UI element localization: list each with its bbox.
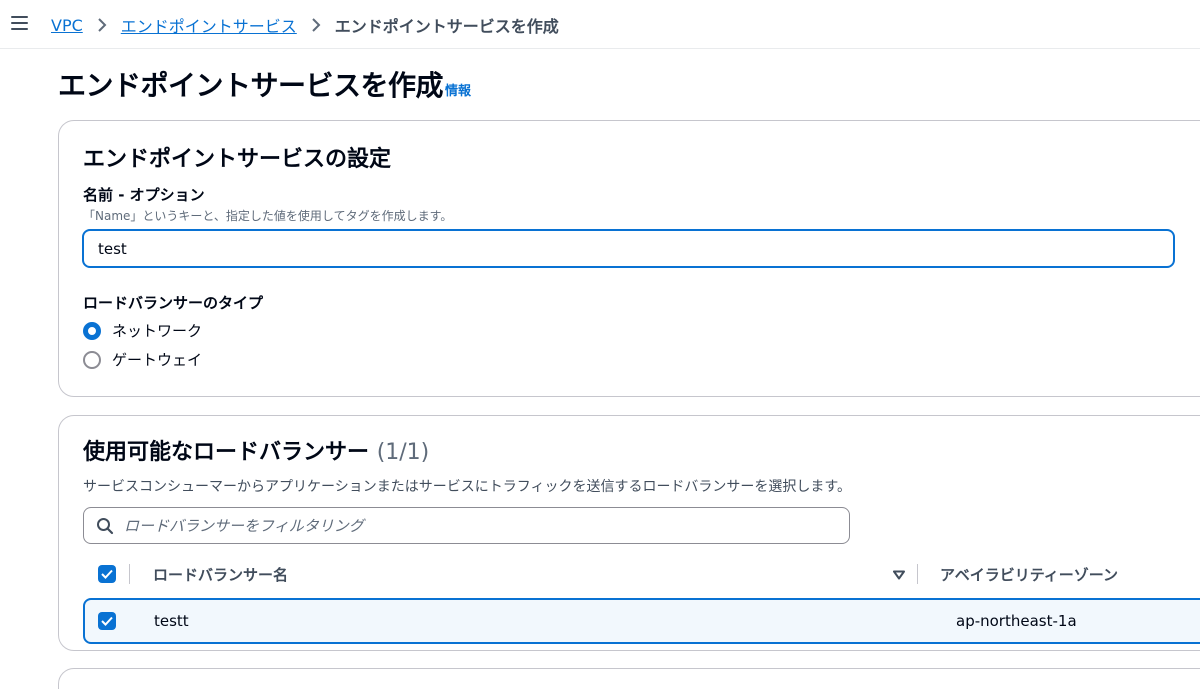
load-balancers-heading: 使用可能なロードバランサー (1/1) (83, 434, 429, 466)
breadcrumb-current: エンドポイントサービスを作成 (334, 17, 559, 36)
page-title: エンドポイントサービスを作成 (58, 69, 444, 102)
available-load-balancers-container: 使用可能なロードバランサー (1/1) サービスコンシューマーからアプリケーショ… (58, 415, 1200, 651)
column-header-az[interactable]: アベイラビリティーゾーン (940, 564, 1118, 585)
radio-label: ネットワーク (112, 322, 203, 340)
name-input[interactable] (82, 229, 1175, 268)
lb-type-network-radio[interactable]: ネットワーク (83, 320, 202, 341)
info-link[interactable]: 情報 (445, 80, 471, 99)
breadcrumb-vpc[interactable]: VPC (51, 16, 83, 35)
top-navigation-bar: VPC エンドポイントサービス エンドポイントサービスを作成 (0, 0, 1200, 49)
radio-unselected-icon[interactable] (83, 350, 101, 369)
row-lb-name: testt (154, 612, 189, 630)
filter-input[interactable] (124, 516, 804, 535)
column-divider (917, 564, 918, 584)
search-icon (97, 517, 114, 534)
chevron-right-icon (311, 18, 321, 32)
sort-descending-icon[interactable] (893, 565, 905, 584)
breadcrumb: VPC エンドポイントサービス エンドポイントサービスを作成 (51, 13, 559, 37)
table-header: ロードバランサー名 アベイラビリティーゾーン (83, 556, 1200, 592)
menu-icon[interactable] (11, 16, 28, 30)
table-row[interactable]: testt ap-northeast-1a (83, 598, 1200, 644)
row-az: ap-northeast-1a (956, 612, 1077, 630)
lb-type-gateway-radio[interactable]: ゲートウェイ (83, 349, 202, 370)
filter-search-box[interactable] (83, 507, 850, 544)
load-balancers-counter: (1/1) (376, 440, 430, 465)
radio-label: ゲートウェイ (112, 351, 203, 369)
load-balancers-description: サービスコンシューマーからアプリケーションまたはサービスにトラフィックを送信する… (83, 479, 852, 495)
column-header-lb-name[interactable]: ロードバランサー名 (153, 564, 893, 585)
load-balancers-title: 使用可能なロードバランサー (83, 440, 370, 465)
row-checkbox[interactable] (98, 612, 116, 630)
column-divider (129, 564, 130, 584)
name-field-description: 「Name」というキーと、指定した値を使用してタグを作成します。 (83, 209, 453, 223)
name-field-label: 名前 - オプション (83, 186, 205, 204)
breadcrumb-endpoint-services[interactable]: エンドポイントサービス (121, 13, 297, 37)
checkmark-icon (101, 569, 113, 579)
endpoint-service-settings-container: エンドポイントサービスの設定 名前 - オプション 「Name」というキーと、指… (58, 120, 1200, 397)
select-all-checkbox[interactable] (98, 565, 116, 583)
chevron-right-icon (97, 18, 107, 32)
radio-selected-icon[interactable] (83, 321, 101, 340)
settings-heading: エンドポイントサービスの設定 (83, 147, 392, 172)
next-container (58, 668, 1200, 689)
page-header: エンドポイントサービスを作成 情報 (58, 64, 471, 104)
checkmark-icon (101, 616, 113, 626)
lb-type-label: ロードバランサーのタイプ (83, 294, 264, 312)
